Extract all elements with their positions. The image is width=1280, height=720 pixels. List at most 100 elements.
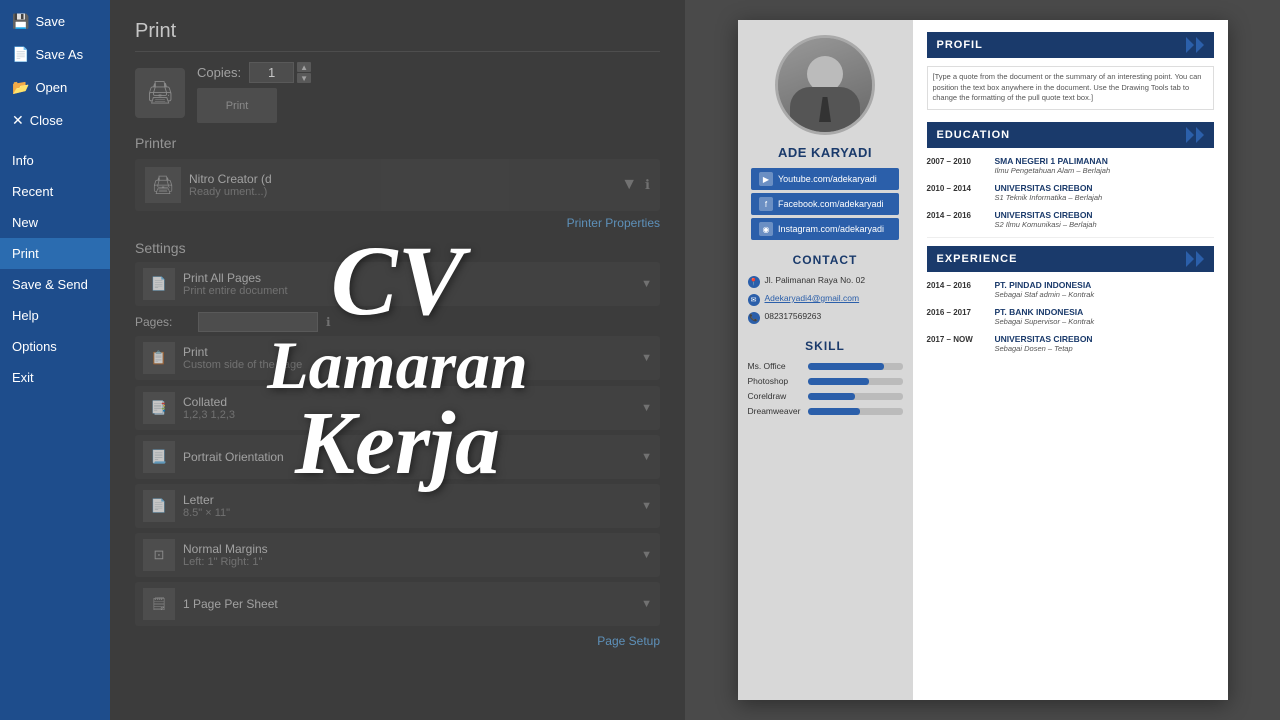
sidebar-item-close[interactable]: ✕ Close [0,104,110,137]
cv-exp-item-2: 2017 – NOW UNIVERSITAS CIREBON Sebagai D… [927,334,1214,353]
exp-details-1: PT. BANK INDONESIA Sebagai Supervisor – … [995,307,1214,326]
education-chevrons [1186,127,1204,143]
one-side-arrow[interactable]: ▼ [641,352,652,364]
print-all-icon: 📄 [143,268,175,300]
printer-device-icon: 🖨 [145,167,181,203]
collated-label: Collated [183,395,633,409]
exp-chev2 [1196,251,1204,267]
printer-status: Ready ument...) [189,186,613,198]
skill-msoffice-bar-fill [808,363,884,370]
cv-name: ADE KARYADI [778,145,872,160]
setting-pages-per-sheet[interactable]: 🗒 1 Page Per Sheet ▼ [135,582,660,626]
sidebar-item-info[interactable]: Info [0,145,110,176]
cv-preview-area: ADE KARYADI ▶ Youtube.com/adekaryadi f F… [685,0,1280,720]
sidebar-item-options[interactable]: Options [0,331,110,362]
printer-info-icon[interactable]: ℹ [645,177,650,193]
one-side-icon: 📋 [143,342,175,374]
skill-dreamweaver-name: Dreamweaver [748,406,803,416]
pages-input[interactable] [198,312,318,332]
setting-print-all-sub: Print entire document [183,285,633,297]
cv-edu-item-0: 2007 – 2010 SMA NEGERI 1 PALIMANAN Ilmu … [927,156,1214,175]
printer-row[interactable]: 🖨 Nitro Creator (d Ready ument...) ▼ ℹ [135,159,660,211]
profil-chevrons [1186,37,1204,53]
orientation-label: Portrait Orientation [183,450,633,464]
skill-coreldraw-name: Coreldraw [748,391,803,401]
skill-photoshop-bar-bg [808,378,903,385]
edu-year-1: 2010 – 2014 [927,183,987,202]
cv-skill-coreldraw: Coreldraw [738,391,913,401]
cv-experience-title: EXPERIENCE [937,253,1018,265]
chev1 [1186,37,1194,53]
sidebar-item-new[interactable]: New [0,207,110,238]
page-setup-link[interactable]: Page Setup [135,634,660,648]
setting-margins[interactable]: ⊡ Normal Margins Left: 1" Right: 1" ▼ [135,533,660,577]
exp-company-1: PT. BANK INDONESIA [995,307,1214,317]
cv-youtube-url: Youtube.com/adekaryadi [778,174,877,184]
sidebar-item-recent[interactable]: Recent [0,176,110,207]
sidebar-item-help[interactable]: Help [0,300,110,331]
setting-one-side[interactable]: 📋 Print Custom side of the page ▼ [135,336,660,380]
cv-contact-phone-row: 📞 082317569263 [738,311,913,324]
copies-down-button[interactable]: ▼ [297,73,311,83]
instagram-icon: ◉ [759,222,773,236]
pages-info-icon: ℹ [326,315,331,329]
close-icon: ✕ [12,112,24,129]
edu-school-1: UNIVERSITAS CIREBON [995,183,1214,193]
pages-per-sheet-label: 1 Page Per Sheet [183,597,633,611]
cv-skill-msoffice: Ms. Office [738,361,913,371]
person-tie [819,97,831,122]
experience-chevrons [1186,251,1204,267]
sidebar-item-open[interactable]: 📂 Open [0,71,110,104]
cv-contact-address-row: 📍 Jl. Palimanan Raya No. 02 [738,275,913,288]
orientation-icon: 📃 [143,441,175,473]
cv-skill-label: SKILL [805,339,845,353]
skill-coreldraw-bar-fill [808,393,856,400]
office-sidebar: 💾 Save 📄 Save As 📂 Open ✕ Close Info Rec… [0,0,110,720]
copies-up-button[interactable]: ▲ [297,62,311,72]
setting-print-all-arrow[interactable]: ▼ [641,278,652,290]
pages-per-sheet-arrow[interactable]: ▼ [641,598,652,610]
exp-company-2: UNIVERSITAS CIREBON [995,334,1214,344]
cv-profil-title: PROFIL [937,39,983,51]
settings-section-title: Settings [135,240,660,256]
margins-arrow[interactable]: ▼ [641,549,652,561]
setting-print-all[interactable]: 📄 Print All Pages Print entire document … [135,262,660,306]
collated-arrow[interactable]: ▼ [641,402,652,414]
setting-collated[interactable]: 📑 Collated 1,2,3 1,2,3 ▼ [135,386,660,430]
paper-arrow[interactable]: ▼ [641,500,652,512]
youtube-icon: ▶ [759,172,773,186]
printer-properties-link[interactable]: Printer Properties [135,216,660,230]
cv-experience-header: EXPERIENCE [927,246,1214,272]
copies-input[interactable] [249,62,294,83]
open-icon: 📂 [12,79,29,96]
orientation-arrow[interactable]: ▼ [641,451,652,463]
sidebar-item-save-as[interactable]: 📄 Save As [0,38,110,71]
cv-youtube-btn: ▶ Youtube.com/adekaryadi [751,168,899,190]
cv-profile-text: [Type a quote from the document or the s… [927,66,1214,110]
cv-instagram-btn: ◉ Instagram.com/adekaryadi [751,218,899,240]
setting-orientation[interactable]: 📃 Portrait Orientation ▼ [135,435,660,479]
cv-exp-item-1: 2016 – 2017 PT. BANK INDONESIA Sebagai S… [927,307,1214,326]
email-icon: ✉ [748,294,760,306]
setting-paper[interactable]: 📄 Letter 8.5" × 11" ▼ [135,484,660,528]
cv-exp-item-0: 2014 – 2016 PT. PINDAD INDONESIA Sebagai… [927,280,1214,299]
skill-coreldraw-bar-bg [808,393,903,400]
address-icon: 📍 [748,276,760,288]
print-title: Print [135,20,660,52]
print-button[interactable]: Print [197,88,277,123]
cv-contact-email-row: ✉ Adekaryadi4@gmail.com [738,293,913,306]
one-side-label: Print [183,345,633,359]
save-as-icon: 📄 [12,46,29,63]
sidebar-item-save[interactable]: 💾 Save [0,5,110,38]
printer-name: Nitro Creator (d [189,172,613,186]
cv-email: Adekaryadi4@gmail.com [765,293,860,303]
exp-year-0: 2014 – 2016 [927,280,987,299]
edu-desc-2: S2 Ilmu Komunikasi – Berlajah [995,220,1214,229]
edu-chev2 [1196,127,1204,143]
printer-dropdown-arrow[interactable]: ▼ [621,176,637,194]
sidebar-item-save-send[interactable]: Save & Send [0,269,110,300]
person-body [790,87,860,132]
sidebar-item-exit[interactable]: Exit [0,362,110,393]
exp-chev1 [1186,251,1194,267]
sidebar-item-print[interactable]: Print [0,238,110,269]
